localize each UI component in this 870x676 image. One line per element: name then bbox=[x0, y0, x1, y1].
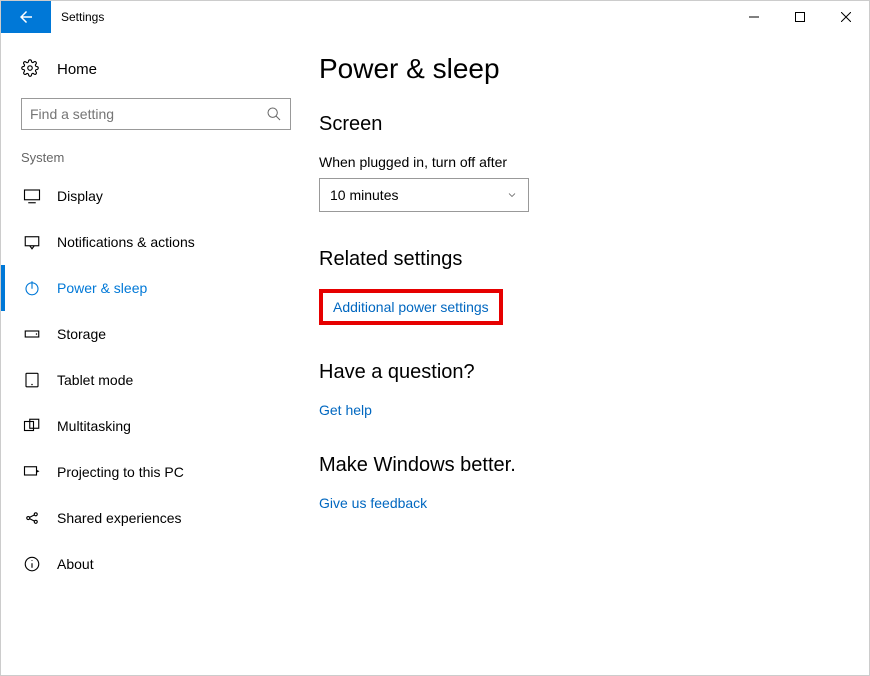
sidebar-item-label: Shared experiences bbox=[57, 510, 182, 526]
tablet-icon bbox=[21, 371, 43, 389]
question-heading: Have a question? bbox=[319, 361, 839, 384]
sidebar-item-label: Power & sleep bbox=[57, 280, 147, 296]
notifications-icon bbox=[21, 233, 43, 251]
category-label: System bbox=[1, 150, 311, 173]
feedback-section: Make Windows better. Give us feedback bbox=[319, 454, 839, 511]
sidebar-item-label: Projecting to this PC bbox=[57, 464, 184, 480]
display-icon bbox=[21, 187, 43, 205]
sidebar-item-storage[interactable]: Storage bbox=[1, 311, 311, 357]
arrow-left-icon bbox=[17, 8, 35, 26]
sidebar: Home System Display Notifications & acti… bbox=[1, 33, 311, 675]
sidebar-item-multitasking[interactable]: Multitasking bbox=[1, 403, 311, 449]
combobox-value: 10 minutes bbox=[330, 187, 506, 203]
window-controls bbox=[731, 1, 869, 33]
main-panel: Power & sleep Screen When plugged in, tu… bbox=[311, 33, 869, 675]
screen-heading: Screen bbox=[319, 113, 839, 136]
home-label: Home bbox=[57, 61, 97, 78]
sidebar-item-notifications[interactable]: Notifications & actions bbox=[1, 219, 311, 265]
sidebar-item-label: About bbox=[57, 556, 94, 572]
related-settings-heading: Related settings bbox=[319, 248, 839, 271]
close-button[interactable] bbox=[823, 1, 869, 33]
search-box[interactable] bbox=[21, 98, 291, 130]
sidebar-item-shared-experiences[interactable]: Shared experiences bbox=[1, 495, 311, 541]
home-button[interactable]: Home bbox=[1, 51, 311, 98]
sidebar-item-about[interactable]: About bbox=[1, 541, 311, 587]
maximize-icon bbox=[795, 12, 805, 22]
search-input[interactable] bbox=[30, 106, 266, 122]
minimize-button[interactable] bbox=[731, 1, 777, 33]
highlight-annotation: Additional power settings bbox=[319, 289, 503, 325]
sidebar-item-label: Multitasking bbox=[57, 418, 131, 434]
window-title: Settings bbox=[51, 1, 731, 33]
back-button[interactable] bbox=[1, 1, 51, 33]
sidebar-item-tablet-mode[interactable]: Tablet mode bbox=[1, 357, 311, 403]
maximize-button[interactable] bbox=[777, 1, 823, 33]
screen-turnoff-label: When plugged in, turn off after bbox=[319, 154, 839, 170]
screen-section: Screen When plugged in, turn off after 1… bbox=[319, 113, 839, 212]
storage-icon bbox=[21, 325, 43, 343]
sidebar-item-display[interactable]: Display bbox=[1, 173, 311, 219]
additional-power-settings-link[interactable]: Additional power settings bbox=[333, 299, 489, 315]
sidebar-item-label: Tablet mode bbox=[57, 372, 133, 388]
close-icon bbox=[841, 12, 851, 22]
get-help-link[interactable]: Get help bbox=[319, 402, 372, 418]
sidebar-item-label: Display bbox=[57, 188, 103, 204]
related-settings-section: Related settings Additional power settin… bbox=[319, 248, 839, 325]
info-icon bbox=[21, 555, 43, 573]
sidebar-item-power-sleep[interactable]: Power & sleep bbox=[1, 265, 311, 311]
projecting-icon bbox=[21, 463, 43, 481]
sidebar-item-projecting[interactable]: Projecting to this PC bbox=[1, 449, 311, 495]
gear-icon bbox=[21, 59, 43, 80]
sidebar-item-label: Storage bbox=[57, 326, 106, 342]
shared-experiences-icon bbox=[21, 509, 43, 527]
chevron-down-icon bbox=[506, 189, 518, 201]
sidebar-item-label: Notifications & actions bbox=[57, 234, 195, 250]
minimize-icon bbox=[749, 12, 759, 22]
multitasking-icon bbox=[21, 417, 43, 435]
page-title: Power & sleep bbox=[319, 53, 839, 85]
titlebar: Settings bbox=[1, 1, 869, 33]
have-a-question-section: Have a question? Get help bbox=[319, 361, 839, 418]
search-icon bbox=[266, 106, 282, 122]
power-icon bbox=[21, 279, 43, 297]
screen-turnoff-combobox[interactable]: 10 minutes bbox=[319, 178, 529, 212]
give-feedback-link[interactable]: Give us feedback bbox=[319, 495, 427, 511]
content-area: Home System Display Notifications & acti… bbox=[1, 33, 869, 675]
feedback-heading: Make Windows better. bbox=[319, 454, 839, 477]
